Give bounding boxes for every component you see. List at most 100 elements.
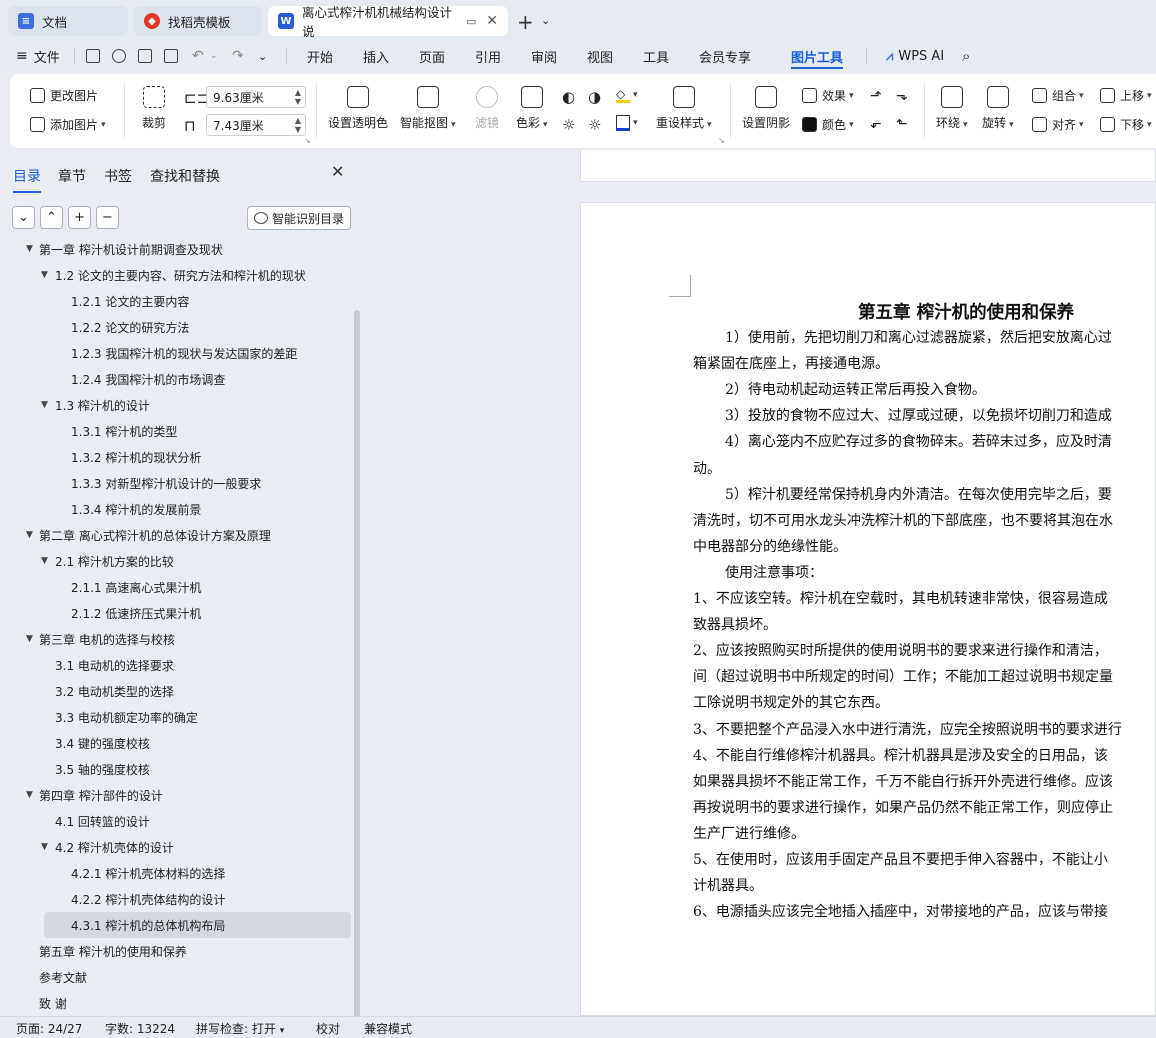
menu-insert[interactable]: 插入 [363, 40, 389, 72]
new-tab-icon[interactable]: + [517, 10, 534, 34]
toc-item[interactable]: 2.1.1 高速离心式果汁机 [0, 574, 350, 600]
toc-item[interactable]: 1.2.2 论文的研究方法 [0, 314, 350, 340]
toc-item[interactable]: ▼ 1.3 榨汁机的设计 [0, 392, 350, 418]
effect-button[interactable]: 效果 ▾ [802, 87, 854, 104]
toc-item[interactable]: 3.2 电动机类型的选择 [0, 678, 350, 704]
shadow-color-button[interactable]: 颜色 ▾ [802, 116, 854, 133]
contrast-up-icon[interactable]: ☼ [562, 116, 575, 134]
group-button[interactable]: 组合 ▾ [1032, 87, 1084, 104]
menu-start[interactable]: 开始 [307, 40, 333, 72]
toc-item[interactable]: 4.2.2 榨汁机壳体结构的设计 [0, 886, 350, 912]
expand-toggle-icon[interactable]: ▼ [41, 842, 48, 852]
toc-item[interactable]: 1.2.4 我国榨汁机的市场调查 [0, 366, 350, 392]
toc-item[interactable]: ▼ 4.2 榨汁机壳体的设计 [0, 834, 350, 860]
spinner-arrows-icon[interactable]: ▲ ▼ [295, 88, 301, 106]
tab-docer[interactable]: ◆ 找稻壳模板 [134, 6, 262, 36]
toc-item[interactable]: 1.2.1 论文的主要内容 [0, 288, 350, 314]
toc-item[interactable]: 1.3.2 榨汁机的现状分析 [0, 444, 350, 470]
print-icon[interactable] [138, 49, 152, 63]
expand-toggle-icon[interactable]: ▼ [26, 790, 33, 800]
nav-tab-bookmarks[interactable]: 书签 [104, 166, 132, 186]
toc-item[interactable]: 3.5 轴的强度校核 [0, 756, 350, 782]
tab-docs[interactable]: ≡ 文档 [8, 6, 128, 36]
toc-item[interactable]: 致 谢 [0, 990, 350, 1016]
add-image-button[interactable]: 添加图片 ▾ [30, 116, 106, 133]
document-page[interactable]: 第五章 榨汁机的使用和保养 1）使用前，先把切削刀和离心过滤器旋紧，然后把安放离… [580, 202, 1156, 1016]
add-heading-button[interactable]: + [68, 206, 91, 229]
height-input[interactable]: 7.43厘米 ▲ ▼ [206, 114, 306, 136]
move-down-button[interactable]: 下移 ▾ [1100, 116, 1152, 133]
toc-item[interactable]: ▼ 第三章 电机的选择与校核 [0, 626, 350, 652]
screen-icon[interactable]: ▭ [466, 15, 476, 28]
menu-view[interactable]: 视图 [587, 40, 613, 72]
toc-item[interactable]: ▼ 第四章 榨汁部件的设计 [0, 782, 350, 808]
menu-tools[interactable]: 工具 [643, 40, 669, 72]
toc-item[interactable]: ▼ 第一章 榨汁机设计前期调查及现状 [0, 238, 350, 262]
spinner-arrows-icon[interactable]: ▲ ▼ [295, 116, 301, 134]
toc-item[interactable]: 3.4 键的强度校核 [0, 730, 350, 756]
nav-tab-toc[interactable]: 目录 [13, 166, 41, 193]
expand-toggle-icon[interactable]: ▼ [26, 244, 33, 254]
color-tone-button[interactable]: 色彩 ▾ [516, 86, 548, 131]
nav-tab-find-replace[interactable]: 查找和替换 [150, 166, 220, 186]
file-menu[interactable]: ≡ 文件 [16, 40, 60, 72]
spell-check[interactable]: 拼写检查: 打开 ▾ [196, 1020, 284, 1037]
contrast-down-icon[interactable]: ☼ [588, 116, 601, 134]
brightness-down-icon[interactable]: ◑ [588, 88, 601, 106]
menu-picture-tools[interactable]: 图片工具 [791, 40, 844, 72]
toc-item[interactable]: ▼ 1.2 论文的主要内容、研究方法和榨汁机的现状 [0, 262, 350, 288]
dialog-launcher-icon[interactable]: ↘ [718, 136, 725, 145]
proofread[interactable]: 校对 [316, 1020, 340, 1037]
toc-item[interactable]: 1.3.1 榨汁机的类型 [0, 418, 350, 444]
print-preview-icon[interactable] [164, 49, 178, 63]
word-count[interactable]: 字数: 13224 [105, 1020, 175, 1037]
toc-item[interactable]: 3.3 电动机额定功率的确定 [0, 704, 350, 730]
toc-item[interactable]: 1.3.3 对新型榨汁机设计的一般要求 [0, 470, 350, 496]
expand-toggle-icon[interactable]: ▼ [41, 556, 48, 566]
toc-item[interactable]: 4.1 回转篮的设计 [0, 808, 350, 834]
menu-review[interactable]: 审阅 [531, 40, 557, 72]
toc-item[interactable]: 第五章 榨汁机的使用和保养 [0, 938, 350, 964]
smart-cutout-button[interactable]: 智能抠图 ▾ [400, 86, 456, 131]
toc-item[interactable]: 3.1 电动机的选择要求 [0, 652, 350, 678]
collapse-up-button[interactable]: ⌃ [40, 206, 63, 229]
nav-tab-sections[interactable]: 章节 [58, 166, 86, 186]
move-up-button[interactable]: 上移 ▾ [1100, 87, 1152, 104]
expand-toggle-icon[interactable]: ▼ [41, 270, 48, 280]
set-transparent-button[interactable]: 设置透明色 [328, 86, 388, 131]
more-chevron-icon[interactable]: ⌄ [258, 40, 267, 72]
shadow-down-icon[interactable]: ⬎ [896, 88, 908, 104]
wrap-button[interactable]: 环绕 ▾ [936, 86, 968, 131]
smart-toc-button[interactable]: 智能识别目录 [247, 206, 351, 230]
shadow-left-icon[interactable]: ⬐ [870, 116, 882, 132]
wps-ai-button[interactable]: ⩘ WPS AI [886, 40, 944, 72]
align-button[interactable]: 对齐 ▾ [1032, 116, 1084, 133]
expand-toggle-icon[interactable]: ▼ [41, 400, 48, 410]
remove-heading-button[interactable]: − [96, 206, 119, 229]
toc-item[interactable]: 4.3.1 榨汁机的总体机构布局 [44, 912, 351, 938]
shadow-right-icon[interactable]: ⬑ [896, 116, 908, 132]
menu-member[interactable]: 会员专享 [699, 40, 751, 72]
border-color-button[interactable]: ▾ [616, 115, 638, 131]
toc-item[interactable]: 1.2.3 我国榨汁机的现状与发达国家的差距 [0, 340, 350, 366]
share-icon[interactable] [112, 49, 126, 63]
save-icon[interactable] [86, 49, 100, 63]
redo-icon[interactable]: ↷ [232, 40, 244, 72]
reset-style-button[interactable]: 重设样式 ▾ [656, 86, 712, 131]
toc-item[interactable]: 2.1.2 低速挤压式果汁机 [0, 600, 350, 626]
toc-item[interactable]: ▼ 第二章 离心式榨汁机的总体设计方案及原理 [0, 522, 350, 548]
set-shadow-button[interactable]: 设置阴影 [742, 86, 790, 131]
toc-item[interactable]: ▼ 2.1 榨汁机方案的比较 [0, 548, 350, 574]
dialog-launcher-icon[interactable]: ↘ [304, 136, 311, 145]
undo-icon[interactable]: ↶ [192, 40, 204, 72]
menu-page[interactable]: 页面 [419, 40, 445, 72]
page-count[interactable]: 页面: 24/27 [16, 1020, 82, 1037]
brightness-up-icon[interactable]: ◐ [562, 88, 575, 106]
chevron-down-icon[interactable]: ⌄ [541, 14, 550, 27]
search-icon[interactable]: ⌕ [962, 40, 970, 72]
change-image-button[interactable]: 更改图片 [30, 87, 98, 104]
expand-toggle-icon[interactable]: ▼ [26, 530, 33, 540]
toc-item[interactable]: 1.3.4 榨汁机的发展前景 [0, 496, 350, 522]
undo-dropdown-icon[interactable]: ⌄ [210, 40, 218, 72]
menu-reference[interactable]: 引用 [475, 40, 501, 72]
